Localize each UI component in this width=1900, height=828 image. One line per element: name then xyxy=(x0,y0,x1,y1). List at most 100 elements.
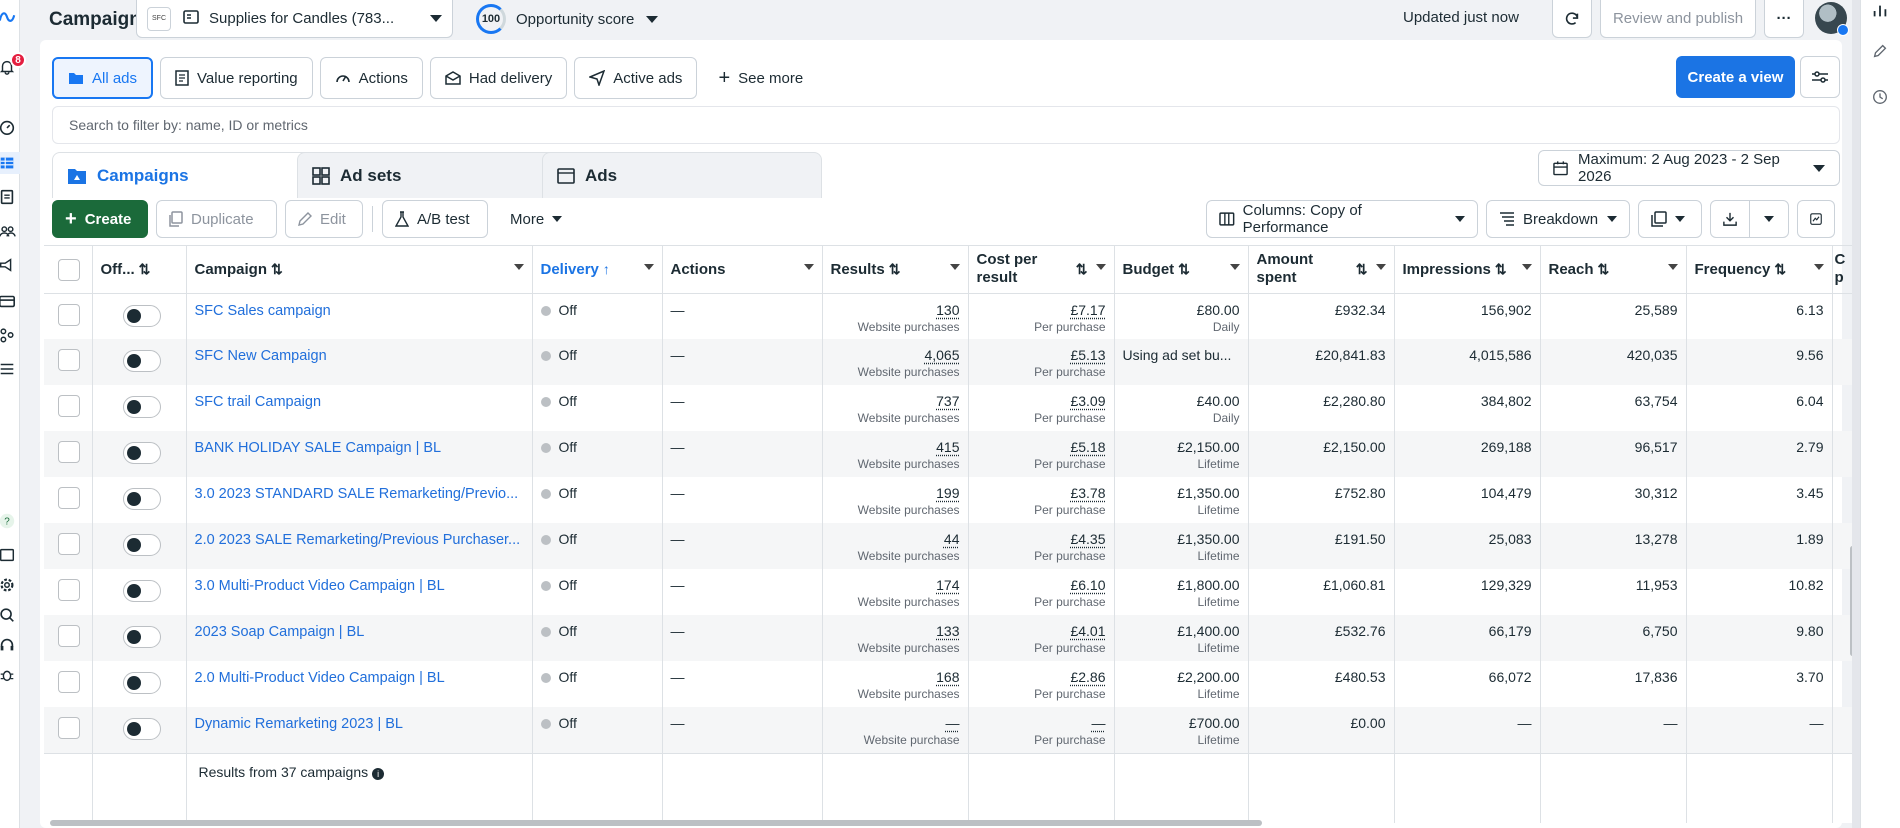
opportunity-score[interactable]: 100 Opportunity score xyxy=(476,4,659,34)
table-row[interactable]: 3.0 2023 STANDARD SALE Remarketing/Previ… xyxy=(44,477,1852,523)
results-value[interactable]: 168 xyxy=(831,669,959,685)
create-view-button[interactable]: Create a view xyxy=(1676,56,1795,98)
table-row[interactable]: 2.0 Multi-Product Video Campaign | BL Off… xyxy=(44,661,1852,707)
results-value[interactable]: 44 xyxy=(831,531,960,547)
campaign-name-link[interactable]: 2.0 2023 SALE Remarketing/Previous Purch… xyxy=(195,532,521,548)
reports-dropdown[interactable] xyxy=(1638,200,1702,238)
header-reach[interactable]: Reach ⇅ xyxy=(1540,246,1687,294)
budget-cell[interactable]: £2,200.00 Lifetime xyxy=(1114,661,1249,707)
cost-per-result-value[interactable]: £5.18 xyxy=(977,439,1105,455)
cost-per-result-value[interactable]: £4.35 xyxy=(977,531,1105,547)
support-headset-icon[interactable] xyxy=(0,634,20,656)
cost-per-result-value[interactable]: — xyxy=(977,715,1106,731)
reports-icon[interactable] xyxy=(0,186,20,208)
view-settings-button[interactable] xyxy=(1800,56,1840,98)
column-menu-caret-icon[interactable] xyxy=(1813,264,1824,270)
row-checkbox[interactable] xyxy=(58,671,80,693)
news-icon[interactable] xyxy=(0,544,20,566)
campaign-on-off-toggle[interactable] xyxy=(122,534,161,556)
campaign-on-off-toggle[interactable] xyxy=(122,396,161,418)
vertical-scrollbar[interactable] xyxy=(1850,546,1852,656)
meta-logo-icon[interactable] xyxy=(0,6,20,28)
row-checkbox[interactable] xyxy=(58,395,80,417)
cost-per-result-value[interactable]: £3.09 xyxy=(977,393,1105,409)
column-menu-caret-icon[interactable] xyxy=(1095,264,1106,270)
chip-actions[interactable]: Actions xyxy=(319,57,423,99)
row-checkbox[interactable] xyxy=(58,625,80,647)
column-menu-caret-icon[interactable] xyxy=(643,264,654,270)
column-menu-caret-icon[interactable] xyxy=(803,264,814,270)
cost-per-result-value[interactable]: £7.17 xyxy=(977,302,1105,318)
campaign-on-off-toggle[interactable] xyxy=(122,350,161,372)
budget-cell[interactable]: £1,800.00 Lifetime xyxy=(1114,569,1249,615)
select-all-checkbox[interactable] xyxy=(58,259,80,282)
chip-all-ads[interactable]: All ads xyxy=(52,57,154,99)
results-value[interactable]: 199 xyxy=(831,485,959,501)
table-row[interactable]: 2.0 2023 SALE Remarketing/Previous Purch… xyxy=(44,523,1852,569)
budget-cell[interactable]: £700.00 Lifetime xyxy=(1114,707,1249,753)
row-checkbox[interactable] xyxy=(58,441,80,463)
row-checkbox[interactable] xyxy=(58,349,80,371)
campaign-name-link[interactable]: 2.0 Multi-Product Video Campaign | BL xyxy=(195,670,445,686)
chip-had-delivery[interactable]: Had delivery xyxy=(429,57,568,99)
account-overview-icon[interactable] xyxy=(0,116,20,138)
all-tools-menu-icon[interactable] xyxy=(0,358,20,380)
help-icon[interactable]: ? xyxy=(0,510,20,532)
campaign-name-link[interactable]: SFC trail Campaign xyxy=(195,394,322,410)
budget-cell[interactable]: £1,350.00 Lifetime xyxy=(1114,477,1249,523)
header-results[interactable]: Results ⇅ xyxy=(822,246,969,294)
cost-per-result-value[interactable]: £5.13 xyxy=(977,347,1105,363)
budget-cell[interactable]: £1,400.00 Lifetime xyxy=(1114,615,1249,661)
campaign-name-link[interactable]: 3.0 Multi-Product Video Campaign | BL xyxy=(195,578,445,594)
budget-cell[interactable]: £80.00 Daily xyxy=(1114,293,1249,339)
table-row[interactable]: 3.0 Multi-Product Video Campaign | BL Off… xyxy=(44,569,1852,615)
results-value[interactable]: — xyxy=(831,715,960,731)
ad-account-selector[interactable]: SFC Supplies for Candles (783... xyxy=(136,0,453,38)
tab-campaigns[interactable]: Campaigns xyxy=(52,152,339,198)
budget-cell[interactable]: £1,350.00 Lifetime xyxy=(1114,523,1249,569)
campaign-on-off-toggle[interactable] xyxy=(122,304,161,327)
cost-per-result-value[interactable]: £2.86 xyxy=(977,669,1105,685)
tab-ad-sets[interactable]: Ad sets xyxy=(297,152,584,198)
create-button[interactable]: + Create xyxy=(52,200,148,238)
results-value[interactable]: 133 xyxy=(831,623,959,639)
header-budget[interactable]: Budget ⇅ xyxy=(1114,246,1249,294)
header-cost-per-result[interactable]: Cost per result ⇅ xyxy=(968,246,1115,294)
row-checkbox[interactable] xyxy=(58,533,80,555)
column-menu-caret-icon[interactable] xyxy=(1375,264,1386,270)
header-amount-spent[interactable]: Amount spent ⇅ xyxy=(1248,246,1395,294)
campaign-name-link[interactable]: 2023 Soap Campaign | BL xyxy=(195,624,365,640)
charts-toggle-button[interactable] xyxy=(1797,200,1835,238)
more-actions-dropdown[interactable]: More xyxy=(498,200,578,238)
results-value[interactable]: 4,065 xyxy=(831,347,959,363)
chip-value-reporting[interactable]: Value reporting xyxy=(160,57,313,99)
row-checkbox[interactable] xyxy=(58,717,80,739)
settings-gear-icon[interactable] xyxy=(0,574,20,596)
bar-chart-icon[interactable] xyxy=(1871,2,1889,25)
campaign-name-link[interactable]: BANK HOLIDAY SALE Campaign | BL xyxy=(195,440,442,456)
table-row[interactable]: SFC trail Campaign Off — 737 Website purchas… xyxy=(44,385,1852,431)
table-row[interactable]: Dynamic Remarketing 2023 | BL Off — — Websit… xyxy=(44,707,1852,753)
header-delivery[interactable]: Delivery ↑ xyxy=(532,246,663,294)
header-off-on[interactable]: Off... ⇅ xyxy=(92,246,187,294)
breakdown-dropdown[interactable]: Breakdown xyxy=(1486,200,1630,238)
campaign-name-link[interactable]: SFC New Campaign xyxy=(195,348,327,364)
cost-per-result-value[interactable]: £3.78 xyxy=(977,485,1105,501)
results-value[interactable]: 174 xyxy=(831,577,959,593)
edit-pencil-icon[interactable] xyxy=(1871,42,1889,65)
cost-per-result-value[interactable]: £6.10 xyxy=(977,577,1105,593)
campaign-on-off-toggle[interactable] xyxy=(122,580,161,602)
header-cut-off-column[interactable]: Cp xyxy=(1832,246,1852,294)
campaign-on-off-toggle[interactable] xyxy=(122,718,161,740)
results-value[interactable]: 415 xyxy=(831,439,959,455)
campaign-on-off-toggle[interactable] xyxy=(122,672,161,694)
info-icon[interactable]: i xyxy=(372,767,385,780)
column-menu-caret-icon[interactable] xyxy=(1667,264,1678,270)
columns-dropdown[interactable]: Columns: Copy of Performance xyxy=(1206,200,1478,238)
tab-ads[interactable]: Ads xyxy=(542,152,822,198)
review-and-publish-button[interactable]: Review and publish xyxy=(1600,0,1756,38)
history-clock-icon[interactable] xyxy=(1871,88,1889,111)
campaign-name-link[interactable]: Dynamic Remarketing 2023 | BL xyxy=(195,716,403,732)
campaign-name-link[interactable]: 3.0 2023 STANDARD SALE Remarketing/Previ… xyxy=(195,486,519,502)
table-row[interactable]: SFC New Campaign Off — 4,065 Website purchas… xyxy=(44,339,1852,385)
